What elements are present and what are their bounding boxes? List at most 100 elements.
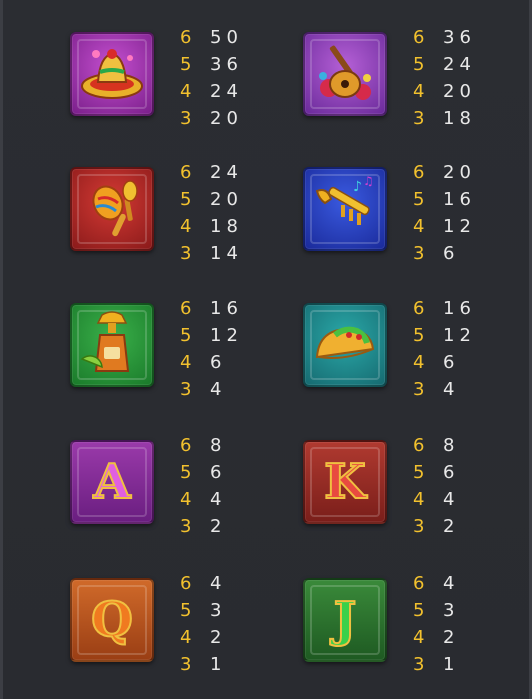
pay-value: 24 [210, 81, 243, 102]
pay-count: 6 [413, 27, 425, 48]
pay-row: 4 12 [413, 213, 476, 240]
pay-list: 64 53 42 31 [180, 570, 226, 678]
pay-row: 6 16 [413, 295, 476, 322]
pay-count: 4 [180, 216, 192, 237]
pay-count: 5 [413, 325, 425, 346]
pay-row: 44 [413, 486, 459, 513]
pay-row: 4 20 [413, 78, 476, 105]
pay-list: 6 16 5 12 46 34 [413, 295, 476, 403]
pay-count: 6 [180, 162, 192, 183]
pay-row: 31 [180, 651, 226, 678]
pay-row: 46 [180, 349, 243, 376]
maracas-icon [70, 167, 154, 251]
pay-row: 4 24 [180, 78, 243, 105]
pay-row: 6 36 [413, 24, 476, 51]
pay-value: 4 [443, 379, 460, 400]
pay-value: 20 [210, 189, 243, 210]
pay-value: 6 [210, 352, 227, 373]
pay-row: 6 20 [413, 159, 476, 186]
pay-list: 6 24 5 20 4 18 3 14 [180, 159, 243, 267]
pay-row: 5 12 [180, 322, 243, 349]
pay-row: 6 50 [180, 24, 243, 51]
pay-value: 36 [443, 27, 476, 48]
paytable-entry-maracas: 6 24 5 20 4 18 3 14 [70, 162, 300, 267]
pay-row: 68 [413, 432, 459, 459]
pay-row: 5 20 [180, 186, 243, 213]
pay-row: 64 [413, 570, 459, 597]
pay-count: 4 [413, 216, 425, 237]
pay-row: 5 16 [413, 186, 476, 213]
paytable-entry-j: J 64 53 42 31 [303, 573, 532, 678]
pay-value: 16 [443, 298, 476, 319]
pay-count: 4 [180, 627, 192, 648]
pay-count: 5 [180, 600, 192, 621]
pay-count: 3 [180, 108, 192, 129]
pay-count: 3 [413, 108, 425, 129]
pay-row: 3 14 [180, 240, 243, 267]
pay-count: 3 [413, 654, 425, 675]
pay-list: 68 56 44 32 [413, 432, 459, 540]
paytable-entry-tequila: 6 16 5 12 46 34 [70, 298, 300, 403]
letter-q-icon: Q [70, 578, 154, 662]
pay-count: 4 [180, 489, 192, 510]
pay-value: 36 [210, 54, 243, 75]
pay-row: 56 [413, 459, 459, 486]
pay-row: 53 [413, 597, 459, 624]
pay-value: 16 [210, 298, 243, 319]
pay-row: 56 [180, 459, 226, 486]
pay-row: 42 [413, 624, 459, 651]
pay-value: 12 [443, 216, 476, 237]
pay-count: 3 [413, 379, 425, 400]
pay-value: 4 [210, 379, 227, 400]
pay-row: 53 [180, 597, 226, 624]
pay-row: 31 [413, 651, 459, 678]
pay-value: 18 [210, 216, 243, 237]
pay-row: 5 24 [413, 51, 476, 78]
pay-count: 3 [180, 379, 192, 400]
pay-value: 1 [210, 654, 227, 675]
pay-list: 6 50 5 36 4 24 3 20 [180, 24, 243, 132]
pay-row: 6 24 [180, 159, 243, 186]
pay-row: 64 [180, 570, 226, 597]
pay-row: 3 20 [180, 105, 243, 132]
panel-edge-left [0, 0, 3, 699]
pay-row: 34 [413, 376, 476, 403]
pay-count: 4 [180, 352, 192, 373]
pay-row: 42 [180, 624, 226, 651]
pay-value: 2 [210, 516, 227, 537]
pay-row: 46 [413, 349, 476, 376]
trumpet-icon: ♪ ♫ [303, 167, 387, 251]
pay-value: 4 [443, 573, 460, 594]
pay-value: 4 [443, 489, 460, 510]
guitar-icon [303, 32, 387, 116]
pay-value: 6 [443, 243, 460, 264]
pay-count: 6 [413, 298, 425, 319]
paytable-entry-taco: 6 16 5 12 46 34 [303, 298, 532, 403]
letter-j-icon: J [303, 578, 387, 662]
pay-value: 50 [210, 27, 243, 48]
sombrero-icon [70, 32, 154, 116]
pay-count: 4 [413, 352, 425, 373]
pay-row: 32 [180, 513, 226, 540]
pay-row: 5 36 [180, 51, 243, 78]
pay-count: 6 [180, 298, 192, 319]
pay-value: 12 [210, 325, 243, 346]
pay-count: 5 [180, 54, 192, 75]
pay-value: 6 [443, 352, 460, 373]
pay-count: 5 [413, 189, 425, 210]
pay-row: 3 18 [413, 105, 476, 132]
svg-text:♪: ♪ [353, 179, 362, 195]
pay-value: 6 [210, 462, 227, 483]
pay-count: 6 [413, 573, 425, 594]
pay-value: 4 [210, 573, 227, 594]
pay-value: 18 [443, 108, 476, 129]
pay-value: 12 [443, 325, 476, 346]
pay-value: 3 [210, 600, 227, 621]
pay-value: 14 [210, 243, 243, 264]
pay-value: 2 [443, 627, 460, 648]
svg-text:♫: ♫ [363, 174, 374, 188]
pay-value: 3 [443, 600, 460, 621]
pay-count: 4 [413, 489, 425, 510]
pay-count: 4 [413, 627, 425, 648]
pay-row: 68 [180, 432, 226, 459]
